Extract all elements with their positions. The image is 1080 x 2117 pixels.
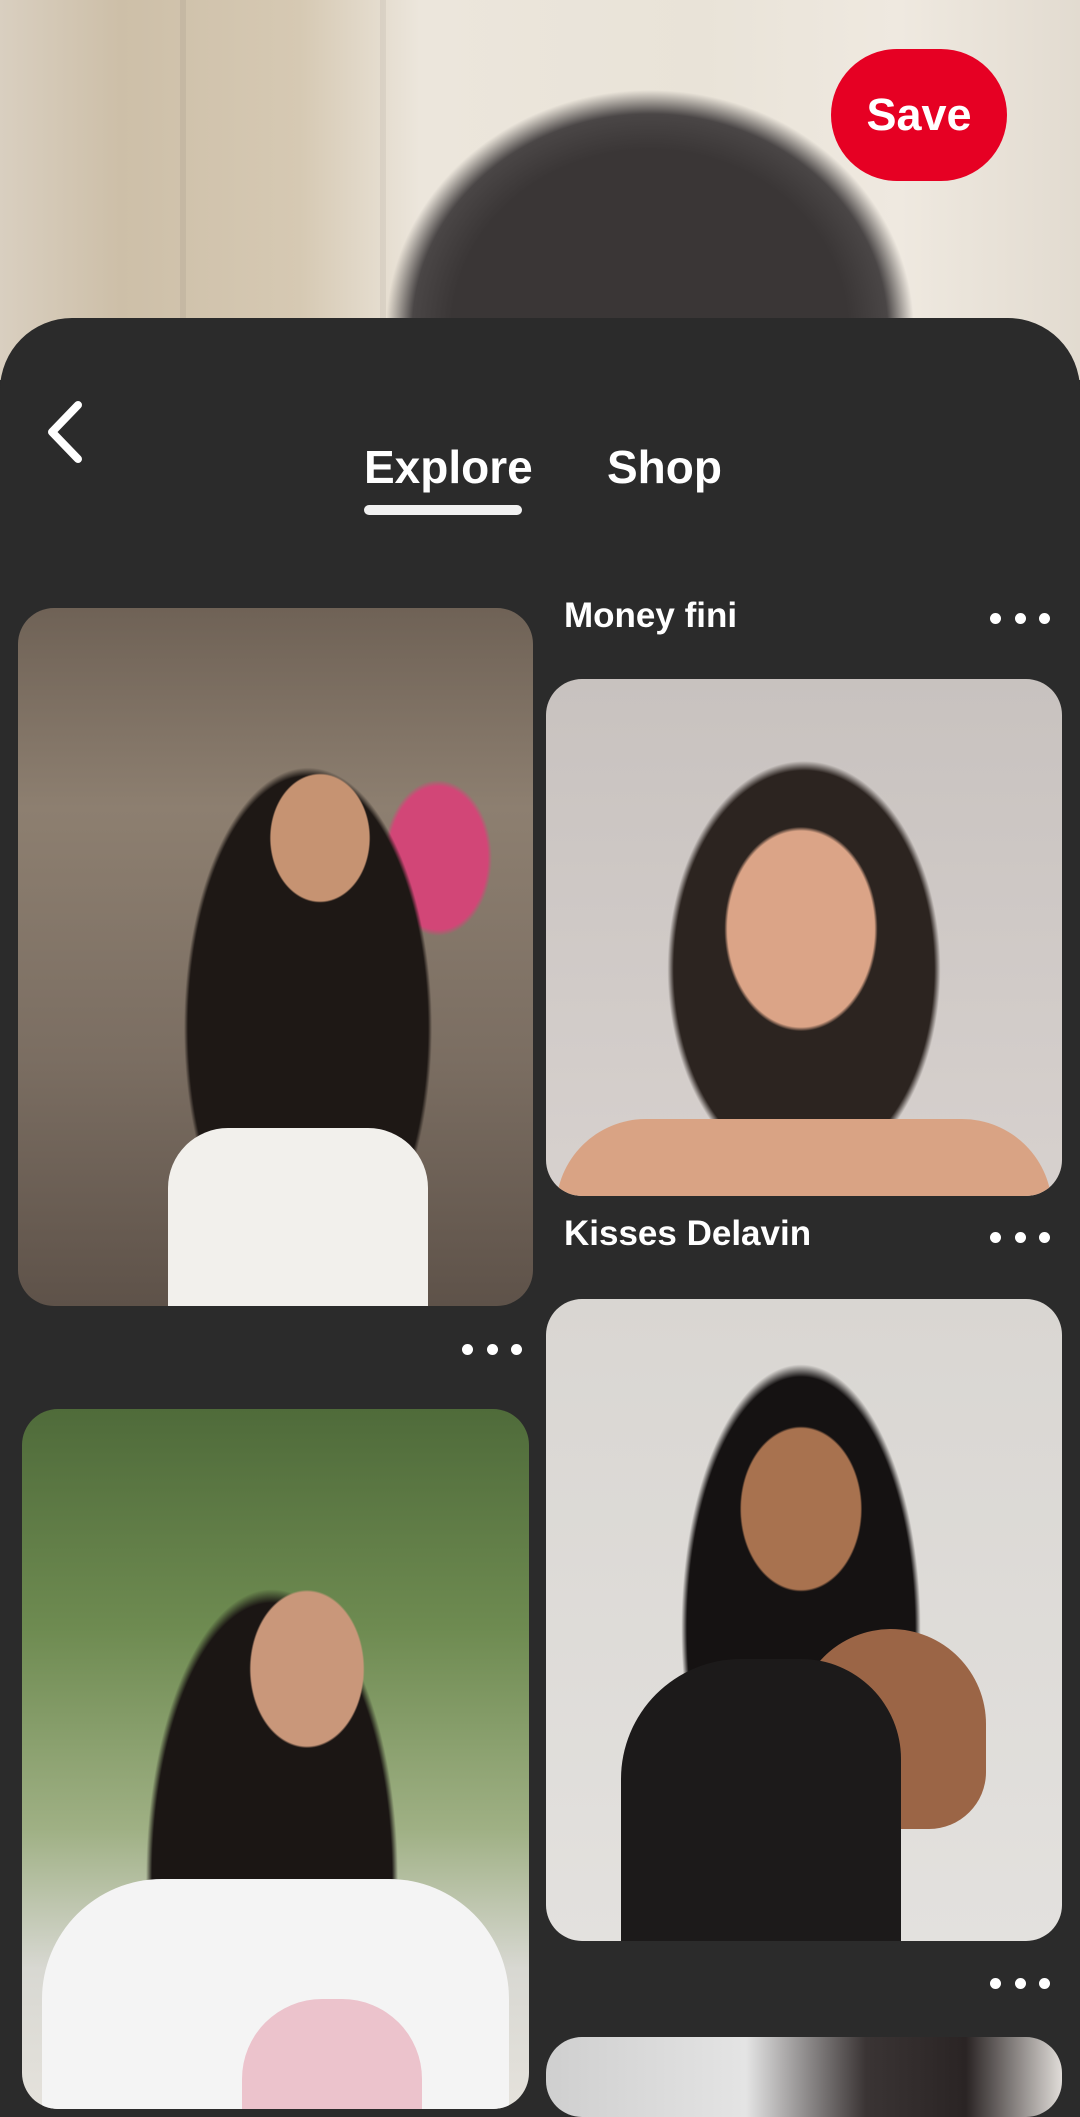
- more-icon-dot: [990, 1977, 1001, 1989]
- more-icon-dot: [1014, 1977, 1026, 1989]
- pin-image[interactable]: [546, 1299, 1062, 1941]
- tab-explore[interactable]: Explore: [364, 440, 533, 494]
- more-options-button[interactable]: [990, 1222, 1050, 1252]
- pin-image-detail: [168, 1128, 428, 1306]
- more-icon-dot: [990, 612, 1001, 624]
- more-icon-dot: [1014, 1231, 1026, 1243]
- pin-title: Money fini: [564, 596, 738, 635]
- more-icon-dot: [1039, 1231, 1050, 1243]
- more-icon-dot: [511, 1343, 522, 1355]
- tab-shop[interactable]: Shop: [607, 440, 722, 494]
- tab-selected-indicator: [364, 505, 522, 515]
- pin-title: Kisses Delavin: [564, 1214, 812, 1253]
- save-button[interactable]: Save: [831, 49, 1007, 181]
- more-icon-dot: [486, 1343, 498, 1355]
- pin-image[interactable]: [18, 608, 533, 1306]
- more-icon-dot: [1014, 612, 1026, 624]
- pin-image-detail: [556, 1119, 1052, 1196]
- more-options-button[interactable]: [462, 1334, 522, 1364]
- chevron-left-icon: [48, 401, 82, 463]
- pin-image-detail: [42, 1879, 509, 2109]
- pin-image[interactable]: [546, 2037, 1062, 2117]
- more-icon-dot: [1039, 1977, 1050, 1989]
- more-options-button[interactable]: [990, 1968, 1050, 1998]
- pin-image-detail: [621, 1659, 901, 1941]
- pin-image[interactable]: [546, 679, 1062, 1196]
- pin-image[interactable]: [22, 1409, 529, 2109]
- more-icon-dot: [990, 1231, 1001, 1243]
- more-icon-dot: [462, 1343, 473, 1355]
- more-options-button[interactable]: [990, 603, 1050, 633]
- more-icon-dot: [1039, 612, 1050, 624]
- back-button[interactable]: [34, 392, 94, 472]
- pin-image-detail: [242, 1999, 422, 2109]
